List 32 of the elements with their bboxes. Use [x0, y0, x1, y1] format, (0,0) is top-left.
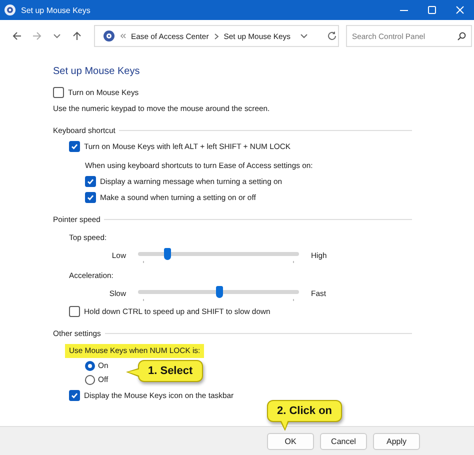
slider-thumb[interactable] — [216, 286, 222, 298]
checkbox[interactable] — [69, 390, 80, 401]
page-heading: Set up Mouse Keys — [53, 65, 141, 79]
up-arrow-icon — [72, 31, 82, 41]
checkbox[interactable] — [53, 87, 64, 98]
chevron-right-icon — [214, 32, 219, 40]
dialog-button[interactable]: Apply — [373, 432, 420, 450]
checkbox[interactable] — [69, 141, 80, 152]
slider-track[interactable] — [138, 285, 299, 302]
slider-track[interactable] — [138, 247, 299, 264]
dialog-button[interactable]: Cancel — [320, 432, 367, 450]
check-icon — [70, 391, 79, 400]
dialog-button[interactable]: OK — [267, 432, 314, 450]
double-chevron-icon — [120, 33, 126, 39]
checkbox[interactable] — [69, 306, 80, 317]
chevron-down-icon — [53, 33, 61, 39]
control-panel-icon — [4, 4, 16, 16]
radio-button[interactable] — [85, 374, 95, 384]
chevron-down-icon — [300, 33, 308, 39]
maximize-icon — [427, 5, 437, 15]
close-icon — [455, 5, 465, 15]
slider-thumb[interactable] — [164, 248, 171, 260]
back-arrow-icon — [12, 31, 22, 41]
refresh-icon[interactable] — [327, 31, 338, 41]
window-title: Set up Mouse Keys — [21, 6, 92, 14]
radio-button[interactable] — [85, 360, 95, 370]
forward-arrow-icon — [32, 31, 42, 41]
checkbox[interactable] — [85, 192, 96, 203]
search-icon — [457, 32, 466, 41]
checkbox[interactable] — [85, 176, 96, 187]
control-panel-icon — [103, 30, 115, 42]
check-icon — [70, 142, 79, 151]
